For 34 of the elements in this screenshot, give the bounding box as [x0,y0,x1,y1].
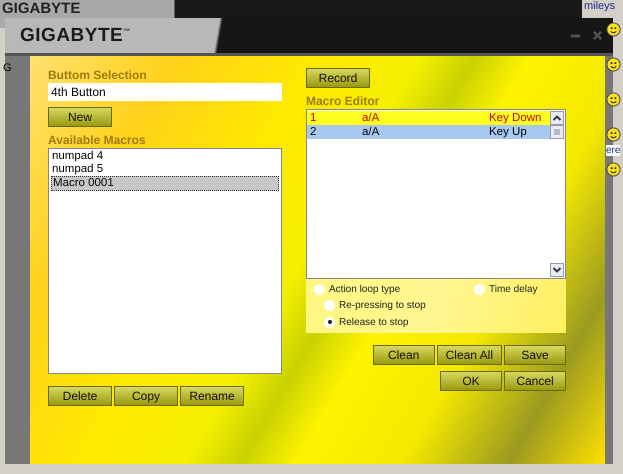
macro-item[interactable]: Macro 0001 [51,176,279,191]
dialog-button[interactable]: Cancel [504,371,566,391]
scroll-down-icon[interactable] [550,263,564,277]
macro-action-button[interactable]: Delete [48,386,112,406]
scroll-up-icon[interactable] [550,111,564,125]
macro-step-row[interactable]: 1 a/A Key Down [307,111,550,125]
window-title: GIGABYTE$^{™}$ [20,24,131,46]
smiley-icon[interactable] [606,22,621,37]
editor-button[interactable]: Clean [372,345,435,365]
radio-option[interactable]: Time delay [474,282,558,296]
dialog-button[interactable]: OK [440,371,502,391]
macro-step-row[interactable]: 2 a/A Key Up [307,125,550,139]
close-icon[interactable] [592,30,603,41]
record-button[interactable]: Record [306,68,370,88]
smiley-icon[interactable] [606,127,621,142]
editor-button[interactable]: Save [504,345,566,365]
button-selection-field[interactable]: 4th Button [48,83,282,101]
macro-action-button[interactable]: Copy [114,386,178,406]
radio-option[interactable]: Re-pressing to stop [314,298,474,313]
macro-item[interactable]: numpad 4 [51,150,279,163]
new-button[interactable]: New [48,107,112,127]
smiley-icon[interactable] [606,92,621,107]
field-label: Buttom Selection [48,68,148,82]
macro-action-button[interactable]: Rename [180,386,244,406]
smiley-icon[interactable] [606,57,621,72]
smiley-icon[interactable] [606,162,621,177]
scroll-thumb-icon[interactable] [550,125,564,139]
editor-button[interactable]: Clean All [436,345,502,365]
macro-item[interactable]: numpad 5 [51,163,279,176]
radio-option[interactable]: Release to stop [314,315,474,330]
window-title: GIGABYTE [2,0,80,17]
radio-option[interactable]: Action loop type [314,282,474,296]
section-label: Available Macros [48,133,147,147]
section-label: Macro Editor [306,94,380,108]
